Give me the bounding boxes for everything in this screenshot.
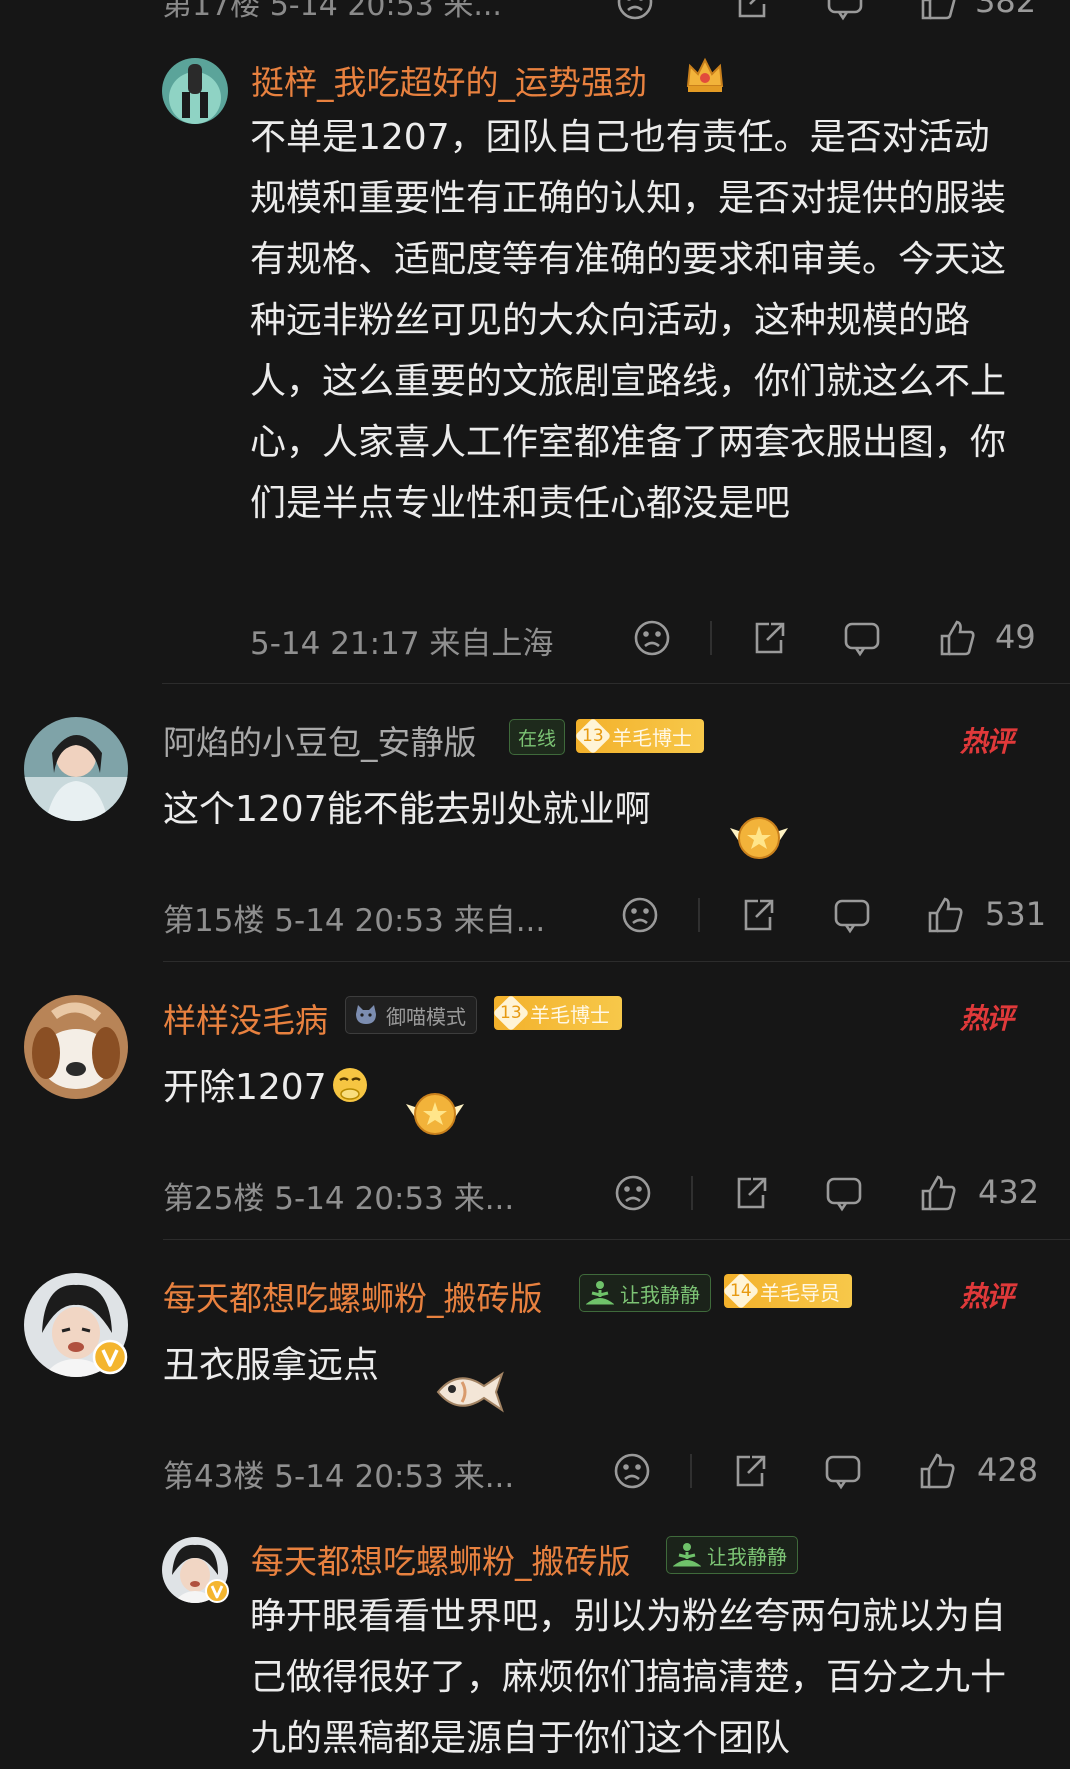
comment-text: 这个1207能不能去别处就业啊 bbox=[163, 789, 651, 830]
share-icon[interactable] bbox=[732, 0, 772, 26]
gold-medal-sticker-icon bbox=[400, 1082, 470, 1148]
gold-medal-sticker-icon bbox=[724, 806, 794, 872]
like-count: 428 bbox=[977, 1451, 1039, 1489]
separator bbox=[163, 961, 1070, 962]
divider bbox=[710, 621, 712, 655]
like-icon[interactable] bbox=[925, 895, 965, 939]
like-icon[interactable] bbox=[918, 0, 958, 26]
share-icon[interactable] bbox=[738, 895, 778, 939]
mode-badge-text: 让我静静 bbox=[620, 1282, 700, 1307]
level-badge: 14 羊毛导员 bbox=[722, 1272, 852, 1310]
top-meta-row: 第17楼 5-14 20:53 来... bbox=[162, 0, 502, 24]
share-icon[interactable] bbox=[731, 1173, 771, 1217]
crown-icon bbox=[684, 56, 726, 98]
fish-sticker-icon bbox=[432, 1362, 508, 1422]
avatar[interactable] bbox=[24, 1273, 128, 1377]
comment-icon[interactable] bbox=[823, 1451, 863, 1495]
level-badge: 13 羊毛博士 bbox=[574, 717, 704, 755]
comment-username[interactable]: 阿焰的小豆包_安静版 bbox=[163, 716, 477, 764]
online-badge: 在线 bbox=[509, 719, 566, 755]
comment-meta: 第43楼 5-14 20:53 来... bbox=[163, 1459, 515, 1495]
comment-icon[interactable] bbox=[824, 1173, 864, 1217]
avatar[interactable] bbox=[24, 995, 128, 1099]
separator bbox=[162, 683, 1070, 684]
hot-comment-badge: 热评 bbox=[960, 725, 1014, 758]
dislike-icon[interactable] bbox=[612, 1451, 652, 1495]
comment-text: 不单是1207，团队自己也有责任。是否对活动规模和重要性有正确的认知，是否对提供… bbox=[250, 117, 1007, 524]
comment-username[interactable]: 每天都想吃螺蛳粉_搬砖版 bbox=[163, 1272, 543, 1320]
comment-icon[interactable] bbox=[832, 895, 872, 939]
share-icon[interactable] bbox=[730, 1451, 770, 1495]
like-count: 531 bbox=[985, 895, 1047, 933]
vip-v-icon bbox=[92, 1339, 128, 1379]
level-number: 13 bbox=[582, 725, 604, 746]
avatar[interactable] bbox=[24, 717, 128, 821]
comment-meta: 5-14 21:17 来自上海 bbox=[250, 626, 554, 662]
like-count: 49 bbox=[995, 618, 1036, 656]
level-title: 羊毛博士 bbox=[612, 725, 692, 750]
mode-badge-text: 御喵模式 bbox=[386, 1004, 466, 1029]
comment-username[interactable]: 挺梓_我吃超好的_运势强劲 bbox=[251, 56, 647, 104]
comment-icon[interactable] bbox=[825, 0, 865, 26]
thinking-face-icon bbox=[330, 1065, 370, 1109]
like-count: 382 bbox=[975, 0, 1037, 20]
level-title: 羊毛导员 bbox=[760, 1280, 840, 1305]
mode-badge: 御喵模式 bbox=[345, 996, 477, 1034]
dislike-icon[interactable] bbox=[620, 895, 660, 939]
comment-meta: 第15楼 5-14 20:53 来自... bbox=[163, 903, 546, 939]
vip-v-icon bbox=[204, 1578, 230, 1608]
hot-comment-badge: 热评 bbox=[960, 1002, 1014, 1035]
comment-text: 丑衣服拿远点 bbox=[163, 1345, 380, 1386]
hot-comment-badge: 热评 bbox=[960, 1280, 1014, 1313]
like-icon[interactable] bbox=[917, 1451, 957, 1495]
comment-username[interactable]: 样样没毛病 bbox=[163, 994, 328, 1042]
like-icon[interactable] bbox=[937, 618, 977, 662]
avatar[interactable] bbox=[162, 1537, 229, 1603]
divider bbox=[690, 1454, 692, 1488]
meta-text: 第17楼 5-14 20:53 来... bbox=[162, 0, 502, 23]
mode-badge: 让我静静 bbox=[579, 1274, 711, 1312]
divider bbox=[698, 898, 700, 932]
divider bbox=[691, 1176, 693, 1210]
like-count: 432 bbox=[978, 1173, 1040, 1211]
comment-meta: 第25楼 5-14 20:53 来... bbox=[163, 1181, 515, 1217]
meditation-icon bbox=[586, 1281, 614, 1305]
level-number: 13 bbox=[500, 1002, 522, 1023]
comment-username[interactable]: 每天都想吃螺蛳粉_搬砖版 bbox=[251, 1535, 631, 1583]
comment-text: 睁开眼看看世界吧，别以为粉丝夸两句就以为自己做得很好了，麻烦你们搞搞清楚，百分之… bbox=[250, 1596, 1007, 1759]
comment-icon[interactable] bbox=[842, 618, 882, 662]
meditation-icon bbox=[673, 1543, 701, 1567]
share-icon[interactable] bbox=[749, 618, 789, 662]
level-title: 羊毛博士 bbox=[530, 1002, 610, 1027]
avatar[interactable] bbox=[162, 58, 228, 124]
level-badge: 13 羊毛博士 bbox=[492, 994, 622, 1032]
dislike-icon[interactable] bbox=[615, 0, 655, 26]
separator bbox=[163, 1239, 1070, 1240]
dislike-icon[interactable] bbox=[613, 1173, 653, 1217]
like-icon[interactable] bbox=[918, 1173, 958, 1217]
mode-badge-text: 让我静静 bbox=[707, 1544, 787, 1569]
dislike-icon[interactable] bbox=[632, 618, 672, 662]
cat-icon bbox=[356, 1005, 376, 1024]
level-number: 14 bbox=[730, 1280, 752, 1301]
mode-badge: 让我静静 bbox=[666, 1536, 798, 1574]
comment-text: 开除1207 bbox=[163, 1067, 327, 1108]
